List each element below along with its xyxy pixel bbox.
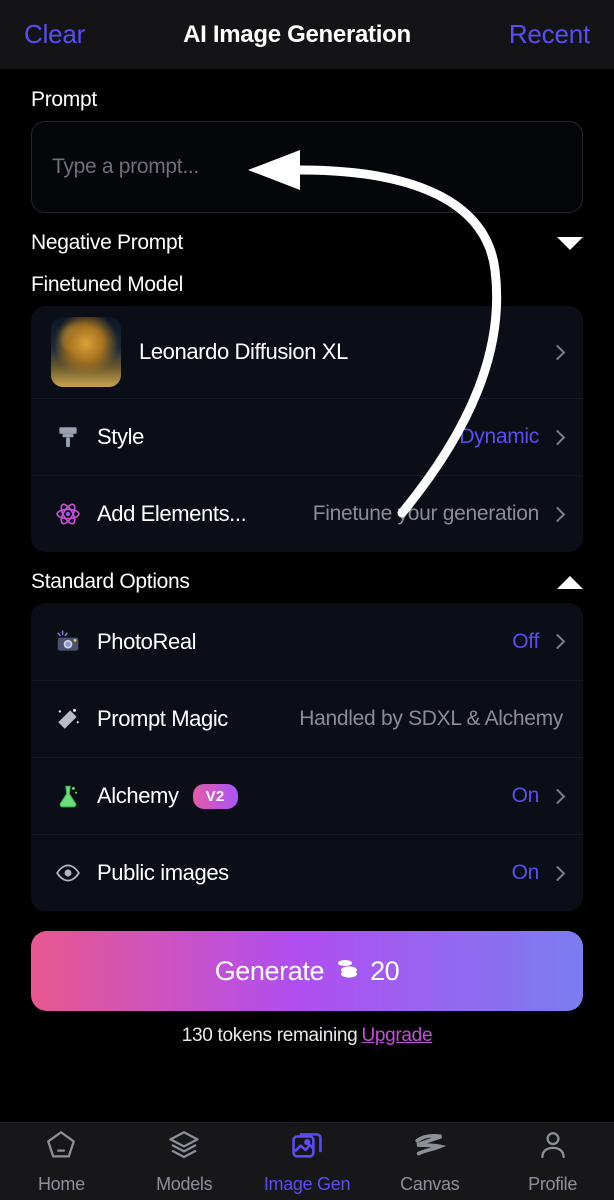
ai-image-generation-screen: Clear AI Image Generation Recent Prompt …	[0, 0, 614, 1200]
eye-icon	[51, 860, 85, 886]
chevron-right-icon[interactable]	[550, 506, 566, 522]
nav-label-home: Home	[38, 1174, 85, 1195]
finetuned-model-card: Leonardo Diffusion XL Style Dynamic	[31, 306, 583, 552]
model-select-row[interactable]: Leonardo Diffusion XL	[31, 306, 583, 398]
prompt-placeholder: Type a prompt...	[52, 155, 199, 179]
style-label: Style	[97, 424, 144, 450]
nav-label-image-gen: Image Gen	[264, 1174, 350, 1195]
public-images-value: On	[512, 861, 539, 885]
recent-button[interactable]: Recent	[509, 19, 590, 50]
style-value: Dynamic	[459, 425, 539, 449]
page-title: AI Image Generation	[183, 21, 411, 49]
nav-item-profile[interactable]: Profile	[491, 1128, 614, 1195]
standard-options-card: PhotoReal Off Prompt Magic	[31, 603, 583, 911]
model-name: Leonardo Diffusion XL	[139, 339, 348, 365]
prompt-input[interactable]: Type a prompt...	[31, 121, 583, 213]
bottom-navigation: Home Models Image Gen	[0, 1122, 614, 1200]
photoreal-row[interactable]: PhotoReal Off	[31, 603, 583, 680]
home-icon	[44, 1128, 78, 1167]
chevron-right-icon[interactable]	[550, 788, 566, 804]
nav-label-canvas: Canvas	[400, 1174, 459, 1195]
nav-label-profile: Profile	[528, 1174, 577, 1195]
negative-prompt-section[interactable]: Negative Prompt	[31, 231, 583, 255]
app-header: Clear AI Image Generation Recent	[0, 0, 614, 70]
upgrade-link[interactable]: Upgrade	[361, 1025, 432, 1046]
flask-icon	[51, 783, 85, 809]
content-area: Prompt Type a prompt... Negative Prompt …	[0, 88, 614, 1047]
images-icon	[290, 1128, 324, 1167]
generate-button[interactable]: Generate 20	[31, 931, 583, 1011]
nav-item-models[interactable]: Models	[123, 1128, 246, 1195]
prompt-magic-value: Handled by SDXL & Alchemy	[299, 707, 563, 731]
triangle-down-icon[interactable]	[557, 237, 583, 250]
triangle-up-icon[interactable]	[557, 576, 583, 589]
chevron-right-icon[interactable]	[550, 634, 566, 650]
paintbrush-icon	[51, 424, 85, 450]
add-elements-value: Finetune your generation	[313, 502, 539, 526]
atom-icon	[51, 501, 85, 527]
generate-label: Generate	[215, 956, 324, 987]
photoreal-label: PhotoReal	[97, 629, 196, 655]
magic-wand-icon	[51, 706, 85, 732]
prompt-magic-row[interactable]: Prompt Magic Handled by SDXL & Alchemy	[31, 680, 583, 757]
public-images-label: Public images	[97, 860, 229, 886]
chevron-right-icon[interactable]	[550, 429, 566, 445]
alchemy-label: Alchemy	[97, 783, 179, 809]
person-icon	[536, 1128, 570, 1167]
scribble-icon	[413, 1128, 447, 1167]
alchemy-version-badge: V2	[193, 784, 238, 809]
photoreal-value: Off	[512, 630, 539, 654]
style-row[interactable]: Style Dynamic	[31, 398, 583, 475]
chevron-right-icon[interactable]	[550, 344, 566, 360]
model-thumbnail-icon	[51, 317, 121, 387]
standard-options-label: Standard Options	[31, 570, 190, 594]
alchemy-row[interactable]: Alchemy V2 On	[31, 757, 583, 834]
public-images-row[interactable]: Public images On	[31, 834, 583, 911]
prompt-magic-label: Prompt Magic	[97, 706, 228, 732]
prompt-label: Prompt	[31, 88, 583, 112]
add-elements-label: Add Elements...	[97, 501, 246, 527]
nav-item-image-gen[interactable]: Image Gen	[246, 1128, 369, 1195]
generate-cost: 20	[370, 956, 399, 987]
alchemy-value: On	[512, 784, 539, 808]
nav-item-canvas[interactable]: Canvas	[368, 1128, 491, 1195]
add-elements-row[interactable]: Add Elements... Finetune your generation	[31, 475, 583, 552]
standard-options-section[interactable]: Standard Options	[31, 570, 583, 594]
finetuned-model-label: Finetuned Model	[31, 273, 583, 297]
clear-button[interactable]: Clear	[24, 19, 85, 50]
chevron-right-icon[interactable]	[550, 865, 566, 881]
coins-icon	[334, 956, 360, 987]
camera-flash-icon	[51, 629, 85, 655]
layers-icon	[167, 1128, 201, 1167]
nav-item-home[interactable]: Home	[0, 1128, 123, 1195]
tokens-remaining: 130 tokens remainingUpgrade	[31, 1025, 583, 1047]
nav-label-models: Models	[156, 1174, 212, 1195]
tokens-text: 130 tokens remaining	[182, 1025, 358, 1046]
negative-prompt-label: Negative Prompt	[31, 231, 183, 255]
